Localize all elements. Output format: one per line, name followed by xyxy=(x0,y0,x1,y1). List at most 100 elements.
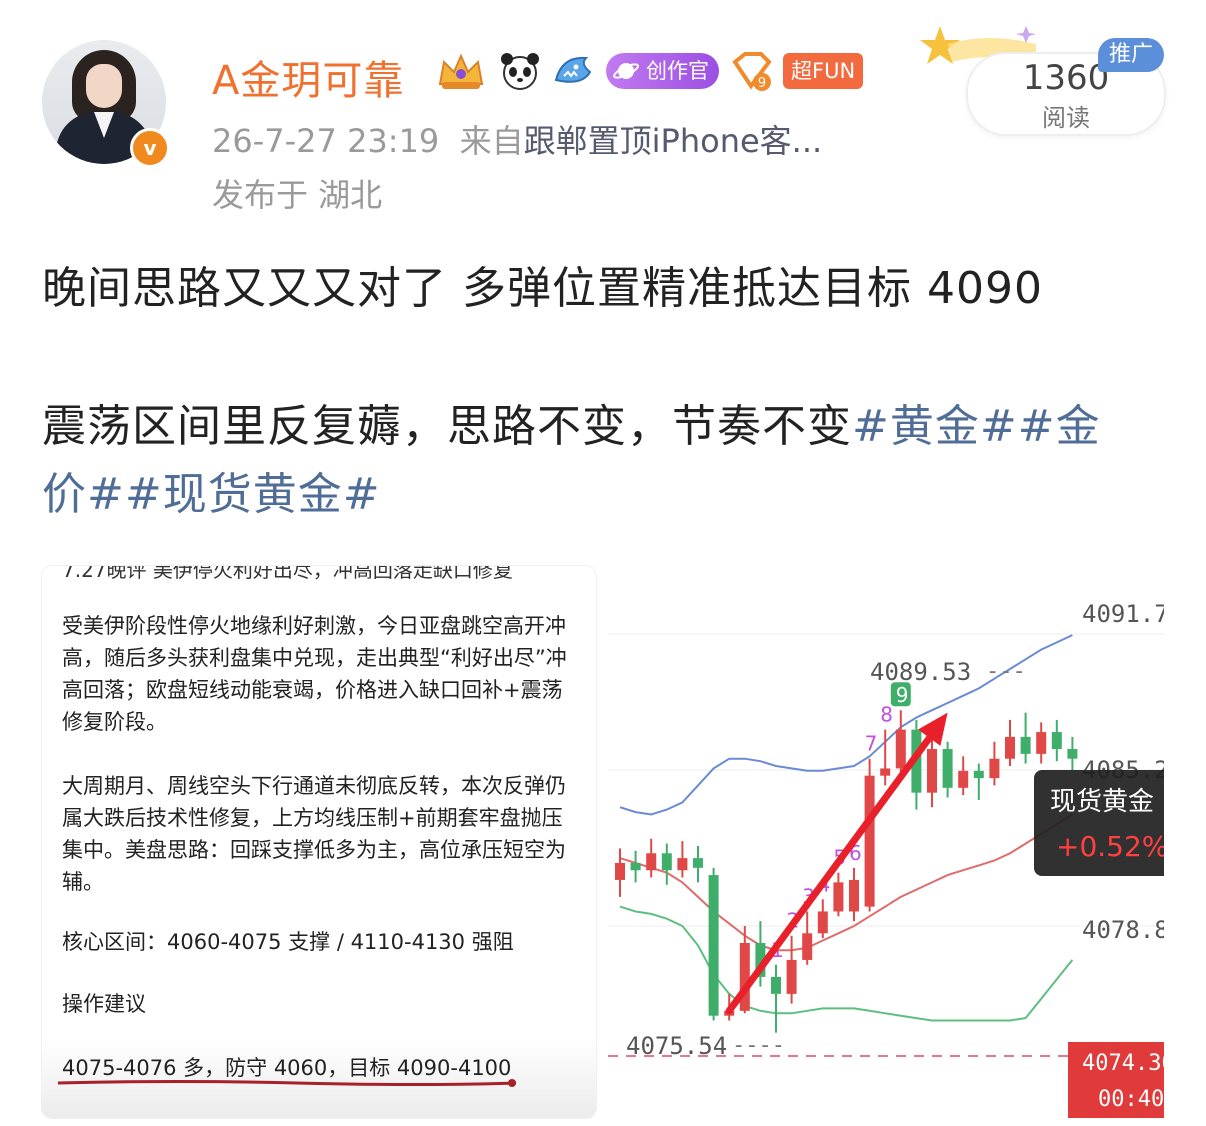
source-prefix: 来自 xyxy=(459,122,524,160)
candle-body xyxy=(615,862,625,880)
post-text-body: 震荡区间里反复薅，思路不变，节奏不变 xyxy=(42,401,852,452)
candle xyxy=(973,763,984,800)
low-annotation: 4075.54 xyxy=(626,1032,727,1060)
hashtag-link[interactable]: #黄金##金 xyxy=(852,401,1101,452)
candle xyxy=(1051,719,1062,762)
source-link[interactable]: 跟郸置顶iPhone客... xyxy=(524,122,823,160)
candle xyxy=(817,899,828,939)
candle-body xyxy=(927,749,937,793)
current-price-tag: 4074.30 00:40 xyxy=(1068,1042,1164,1118)
user-badges: 创作官 9 超FUN xyxy=(434,50,864,92)
current-time: 00:40 xyxy=(1098,1087,1164,1112)
candle-body xyxy=(771,976,781,994)
note-range: 核心区间：4060-4075 支撑 / 4110-4130 强阻 xyxy=(62,930,514,954)
candle xyxy=(630,850,641,883)
high-annotation: 4089.53 xyxy=(870,658,971,686)
candle-body xyxy=(786,959,797,994)
candle xyxy=(1036,722,1047,764)
candle xyxy=(927,739,937,808)
candle-body xyxy=(895,729,906,769)
lower-band-line xyxy=(619,905,1074,1022)
creator-badge[interactable]: 创作官 xyxy=(606,53,719,89)
candle xyxy=(661,843,672,885)
candle xyxy=(833,872,844,917)
sequence-number: 7 xyxy=(865,732,878,756)
note-paragraph: 大周期月、周线空头下行通道未彻底反转，本次反弹仍属大跌后技术性修复，上方均线压制… xyxy=(62,774,566,894)
candle xyxy=(771,964,781,1033)
candle-body xyxy=(849,879,859,912)
candle-body xyxy=(739,942,750,1011)
high-annotation-dash: --- xyxy=(986,659,1026,684)
candle-body xyxy=(802,933,813,960)
post-text-line-3: 价##现货黄金# xyxy=(42,458,381,522)
candle-body xyxy=(708,875,719,1016)
read-label: 阅读 xyxy=(1042,104,1090,132)
candle-body xyxy=(693,858,703,868)
middle-band-line xyxy=(619,813,1073,952)
candle-body xyxy=(1005,736,1015,759)
crown-badge-icon[interactable] xyxy=(434,50,488,92)
shark-badge-icon[interactable] xyxy=(552,50,596,92)
candle xyxy=(693,846,703,883)
candle-body xyxy=(677,858,688,871)
y-axis-label: 4091.7 xyxy=(1082,600,1164,628)
sequence-number: 9 xyxy=(896,683,909,707)
candle xyxy=(615,848,625,897)
candle xyxy=(786,935,797,1004)
candle xyxy=(942,741,953,798)
level-number: 9 xyxy=(758,76,766,91)
candle xyxy=(849,867,859,922)
candle-body xyxy=(864,775,875,907)
note-title: 7.27晚评 美伊停火利好出尽，冲高回落走缺口修复 xyxy=(62,566,513,582)
verified-icon: v xyxy=(130,128,170,168)
candle xyxy=(989,741,1000,786)
candle-body xyxy=(646,853,657,871)
red-underline-stroke xyxy=(57,1079,517,1087)
candle-body xyxy=(817,911,828,934)
candle xyxy=(864,758,875,912)
analysis-note-image[interactable]: 7.27晚评 美伊停火利好出尽，冲高回落走缺口修复 受美伊阶段性停火地缘利好刺激… xyxy=(42,566,596,1118)
username[interactable]: A金玥可靠 xyxy=(212,48,404,106)
candle-body xyxy=(630,862,641,871)
promote-tag[interactable]: 推广 xyxy=(1098,38,1164,72)
current-price: 4074.30 xyxy=(1082,1051,1164,1076)
instrument-tooltip: 现货黄金 +0.52% xyxy=(1034,770,1164,876)
candle-body xyxy=(958,770,969,788)
y-axis-label: 4078.85 xyxy=(1082,916,1164,944)
candle xyxy=(802,911,813,965)
post-meta: 26-7-27 23:19 来自跟郸置顶iPhone客... xyxy=(212,116,822,162)
candle xyxy=(677,841,688,878)
candle-body xyxy=(942,749,953,788)
low-annotation-dash: ---- xyxy=(732,1033,785,1058)
candle xyxy=(1067,736,1078,771)
candle-body xyxy=(973,770,984,779)
creator-badge-label: 创作官 xyxy=(646,59,709,83)
post-card: v A金玥可靠 创作官 9 超FUN 26-7-27 23:19 来自跟郸置顶i… xyxy=(0,0,1206,1126)
candle xyxy=(1020,712,1031,764)
gold-price-chart[interactable]: 123456789 4091.7 4085.2 4078.85 4089.53 … xyxy=(608,566,1164,1118)
hashtag-link[interactable]: 价##现货黄金# xyxy=(42,469,381,520)
candle-body xyxy=(661,853,672,871)
panda-badge-icon[interactable] xyxy=(498,50,542,92)
candle-body xyxy=(989,758,1000,779)
instrument-change: +0.52% xyxy=(1056,830,1164,863)
candle xyxy=(646,838,657,878)
post-location: 发布于 湖北 xyxy=(212,176,383,214)
candle-body xyxy=(1067,749,1078,759)
candle xyxy=(1005,719,1015,766)
candle-body xyxy=(1051,732,1062,750)
planet-icon xyxy=(613,63,639,79)
post-text-line-2: 震荡区间里反复薅，思路不变，节奏不变#黄金##金 xyxy=(42,390,1101,454)
post-text-line-1: 晚间思路又又又对了 多弹位置精准抵达目标 4090 xyxy=(42,263,1043,314)
note-paragraph: 受美伊阶段性停火地缘利好刺激，今日亚盘跳空高开冲高，随后多头获利盘集中兑现，走出… xyxy=(62,614,567,734)
candle xyxy=(958,756,969,796)
candle xyxy=(708,867,719,1021)
note-advice-title: 操作建议 xyxy=(62,992,146,1016)
candle-body xyxy=(833,882,844,912)
chart-canvas: 123456789 4091.7 4085.2 4078.85 4089.53 … xyxy=(608,600,1164,1118)
level-badge-icon[interactable]: 9 xyxy=(729,50,773,92)
candle-body xyxy=(1036,732,1047,754)
fun-badge[interactable]: 超FUN xyxy=(783,53,864,89)
candle-body xyxy=(880,768,891,776)
sequence-number: 8 xyxy=(880,703,893,727)
